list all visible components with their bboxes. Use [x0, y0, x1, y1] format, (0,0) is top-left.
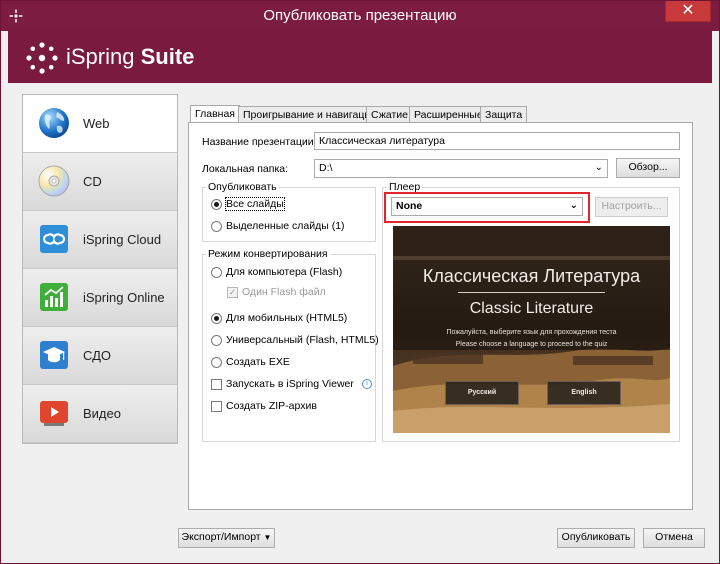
- brand-name: iSpring Suite: [66, 44, 194, 70]
- browse-button[interactable]: Обзор...: [616, 158, 680, 178]
- tab-protection[interactable]: Защита: [480, 106, 528, 123]
- radio-icon[interactable]: [211, 220, 222, 232]
- selected-slides-label: Выделенные слайды (1): [226, 220, 345, 232]
- radio-icon[interactable]: [211, 356, 222, 368]
- for-mobile-label: Для мобильных (HTML5): [226, 312, 348, 324]
- chevron-down-icon: ⌄: [594, 162, 603, 173]
- for-mobile-radio[interactable]: Для мобильных (HTML5): [211, 311, 347, 325]
- for-pc-radio[interactable]: Для компьютера (Flash): [211, 265, 342, 279]
- run-viewer-checkbox[interactable]: Запускать в iSpring Viewer i: [211, 377, 372, 391]
- cd-icon: [38, 165, 70, 197]
- sidebar-item-label: iSpring Online: [83, 290, 165, 305]
- video-play-icon: [40, 401, 68, 426]
- sidebar: Web CD iSpring Cloud iSpring Online СДО …: [22, 94, 178, 444]
- local-folder-label: Локальная папка:: [202, 163, 289, 175]
- run-viewer-label: Запускать в iSpring Viewer: [226, 378, 354, 390]
- player-selected-value: None: [396, 200, 423, 212]
- local-folder-select[interactable]: D:\ ⌄: [314, 159, 608, 178]
- info-icon[interactable]: i: [361, 379, 372, 389]
- preview-title-en: Classic Literature: [469, 300, 594, 317]
- close-button[interactable]: ✕: [665, 1, 711, 22]
- graduation-cap-icon: [40, 341, 68, 369]
- radio-icon[interactable]: [211, 334, 222, 346]
- sidebar-item-label: Web: [83, 116, 110, 131]
- tab-advanced[interactable]: Расширенные: [409, 106, 488, 123]
- chart-icon: [40, 283, 68, 311]
- convert-mode-group: [202, 254, 376, 442]
- sidebar-item-label: CD: [83, 174, 102, 189]
- radio-icon[interactable]: [211, 266, 222, 278]
- player-select[interactable]: None ⌄: [391, 197, 583, 216]
- export-import-button[interactable]: Экспорт/Импорт ▼: [178, 528, 275, 548]
- sidebar-item-cd[interactable]: CD: [23, 153, 177, 211]
- checkbox-icon[interactable]: [211, 378, 222, 390]
- tab-main[interactable]: Главная: [190, 105, 240, 123]
- universal-label: Универсальный (Flash, HTML5): [226, 334, 379, 346]
- brand-suffix: Suite: [140, 44, 195, 69]
- cancel-button[interactable]: Отмена: [643, 528, 705, 548]
- sidebar-item-ispring-cloud[interactable]: iSpring Cloud: [23, 211, 177, 269]
- presentation-name-input[interactable]: Классическая литература: [314, 132, 680, 150]
- sidebar-item-ispring-online[interactable]: iSpring Online: [23, 269, 177, 327]
- preview-russian-button: Русский: [445, 381, 519, 405]
- one-flash-label: Один Flash файл: [242, 286, 326, 298]
- presentation-name-label: Название презентации:: [202, 136, 317, 148]
- create-zip-checkbox[interactable]: Создать ZIP-архив: [211, 399, 317, 413]
- create-exe-label: Создать EXE: [226, 356, 290, 368]
- selected-slides-radio[interactable]: Выделенные слайды (1): [211, 219, 345, 233]
- globe-icon: [39, 108, 69, 138]
- configure-player-button[interactable]: Настроить...: [595, 197, 668, 217]
- for-pc-label: Для компьютера (Flash): [226, 266, 343, 278]
- title-bar: Опубликовать презентацию ✕: [1, 1, 719, 31]
- tab-playback-navigation[interactable]: Проигрывание и навигация: [238, 106, 381, 123]
- all-slides-radio[interactable]: Все слайды: [211, 197, 285, 211]
- title-divider: [458, 292, 605, 293]
- publish-button[interactable]: Опубликовать: [557, 528, 635, 548]
- preview-prompt-ru: Пожалуйста, выберите язык для прохождени…: [446, 329, 617, 336]
- ispring-logo-icon: [26, 42, 58, 74]
- create-zip-label: Создать ZIP-архив: [226, 400, 317, 412]
- publish-group-title: Опубликовать: [206, 181, 279, 193]
- player-preview: Классическая Литература Classic Literatu…: [393, 226, 670, 433]
- sidebar-item-lms[interactable]: СДО: [23, 327, 177, 385]
- brand-prefix: iSpring: [66, 44, 135, 69]
- sidebar-item-label: СДО: [83, 348, 112, 363]
- brand-banner: iSpring Suite: [8, 31, 712, 83]
- local-folder-value: D:\: [319, 162, 333, 174]
- tab-compression[interactable]: Сжатие: [366, 106, 413, 123]
- checkbox-icon[interactable]: [211, 400, 222, 412]
- radio-selected-icon[interactable]: [211, 198, 222, 210]
- universal-radio[interactable]: Универсальный (Flash, HTML5): [211, 333, 379, 347]
- sidebar-item-label: iSpring Cloud: [83, 232, 162, 247]
- preview-title-ru: Классическая Литература: [422, 266, 641, 286]
- create-exe-radio[interactable]: Создать EXE: [211, 355, 290, 369]
- sidebar-item-video[interactable]: Видео: [23, 385, 177, 443]
- export-import-label: Экспорт/Импорт: [181, 531, 261, 543]
- preview-prompt-en: Please choose a language to proceed to t…: [455, 341, 608, 348]
- publish-dialog: Опубликовать презентацию ✕ iSpring Suite: [0, 0, 720, 564]
- cloud-icon: [40, 225, 68, 253]
- chevron-down-icon: ⌄: [569, 200, 578, 211]
- close-icon[interactable]: ✕: [681, 2, 694, 19]
- dropdown-arrow-icon: ▼: [263, 533, 272, 542]
- radio-selected-icon[interactable]: [211, 312, 222, 324]
- all-slides-label: Все слайды: [225, 197, 285, 211]
- window-title: Опубликовать презентацию: [263, 7, 457, 24]
- sidebar-item-label: Видео: [83, 406, 121, 421]
- preview-english-button: English: [547, 381, 621, 405]
- convert-mode-title: Режим конвертирования: [206, 248, 330, 260]
- one-flash-checkbox[interactable]: ✓ Один Flash файл: [227, 285, 326, 299]
- checkmark-icon[interactable]: ✓: [227, 286, 238, 298]
- publish-group: [202, 187, 376, 242]
- sidebar-item-web[interactable]: Web: [23, 95, 177, 153]
